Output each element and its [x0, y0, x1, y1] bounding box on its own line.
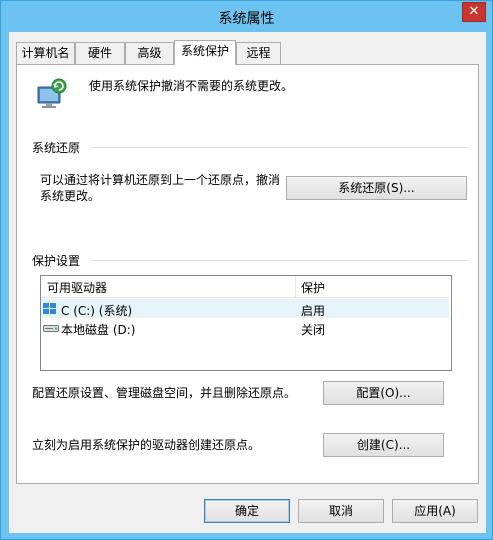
title-bar[interactable]: 系统属性 ✕ [1, 1, 492, 32]
drive-row-d[interactable]: 本地磁盘 (D:) 关闭 [41, 319, 449, 338]
configure-description: 配置还原设置、管理磁盘空间，并且删除还原点。 [32, 386, 297, 400]
local-disk-icon [43, 325, 59, 332]
apply-button[interactable]: 应用(A) [392, 499, 478, 523]
configure-button[interactable]: 配置(O)... [323, 381, 444, 405]
tab-remote[interactable]: 远程 [236, 42, 281, 64]
column-available-drives[interactable]: 可用驱动器 [47, 279, 107, 296]
drive-protection-status: 关闭 [301, 323, 326, 337]
tab-system-protection[interactable]: 系统保护 [174, 40, 236, 65]
system-restore-divider [91, 147, 467, 148]
tab-hardware[interactable]: 硬件 [75, 42, 125, 64]
cancel-button[interactable]: 取消 [298, 499, 384, 523]
tab-advanced[interactable]: 高级 [125, 42, 174, 64]
create-button[interactable]: 创建(C)... [323, 433, 444, 457]
column-protection[interactable]: 保护 [301, 279, 325, 296]
system-properties-window: 系统属性 ✕ 计算机名 硬件 高级 系统保护 远程 使用系统保护撤消不需要的系统… [0, 0, 493, 540]
close-button[interactable]: ✕ [462, 2, 486, 22]
window-title: 系统属性 [218, 11, 275, 27]
system-restore-header: 系统还原 [32, 141, 81, 155]
drive-list-header: 可用驱动器 保护 [41, 276, 449, 298]
system-protection-panel: 使用系统保护撤消不需要的系统更改。 系统还原 可以通过将计算机还原到上一个还原点… [16, 64, 479, 484]
create-description: 立刻为启用系统保护的驱动器创建还原点。 [32, 438, 261, 452]
windows-drive-icon [43, 303, 56, 314]
drive-name: 本地磁盘 (D:) [61, 323, 136, 337]
drive-row-c[interactable]: C (C:) (系统) 启用 [41, 299, 449, 318]
dialog-client-area: 计算机名 硬件 高级 系统保护 远程 使用系统保护撤消不需要的系统更改。 系统还… [9, 32, 486, 533]
drive-name: C (C:) (系统) [61, 304, 133, 318]
intro-text: 使用系统保护撤消不需要的系统更改。 [89, 79, 294, 93]
restore-description-line1: 可以通过将计算机还原到上一个还原点，撤消 [40, 173, 281, 187]
system-restore-button[interactable]: 系统还原(S)... [286, 176, 467, 200]
protection-settings-divider [91, 260, 467, 261]
drive-list[interactable]: 可用驱动器 保护 C (C:) (系统) 启用 本地磁盘 (D:) 关闭 [40, 275, 452, 371]
drive-protection-status: 启用 [301, 304, 326, 318]
system-protection-icon [37, 78, 67, 108]
tab-computer-name[interactable]: 计算机名 [16, 42, 75, 64]
restore-description-line2: 系统更改。 [40, 189, 101, 203]
protection-settings-header: 保护设置 [32, 254, 81, 268]
column-separator[interactable] [295, 276, 296, 298]
ok-button[interactable]: 确定 [204, 499, 290, 523]
